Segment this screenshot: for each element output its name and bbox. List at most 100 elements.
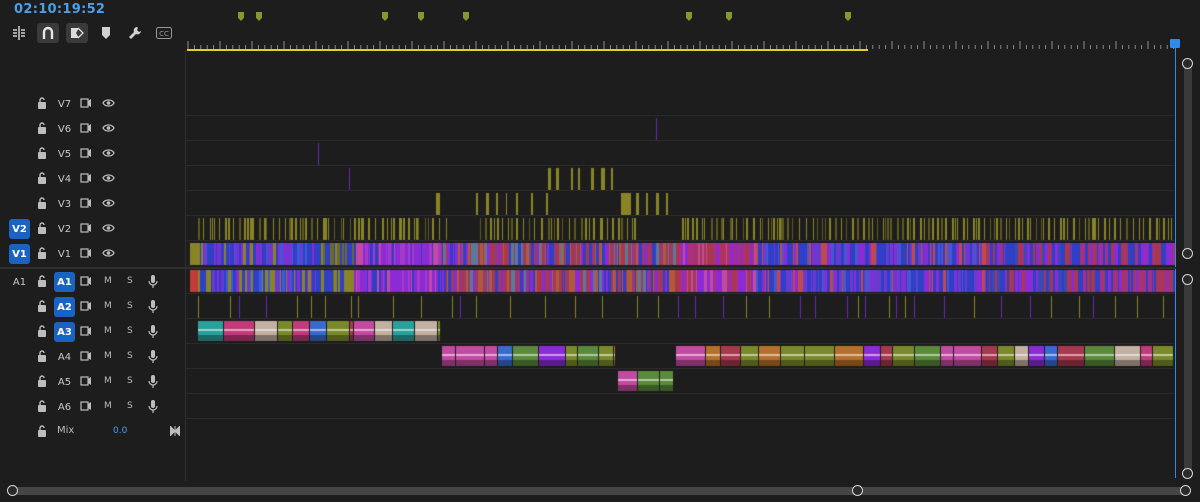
track-target-a6[interactable]: A6 [54, 397, 75, 417]
eye-icon[interactable] [102, 198, 115, 211]
audio-vertical-scrollbar[interactable] [1176, 270, 1200, 480]
lock-icon[interactable] [37, 350, 47, 365]
track-target-v1[interactable]: V1 [54, 244, 75, 264]
sequence-marker[interactable] [256, 12, 262, 21]
track-target-a4[interactable]: A4 [54, 347, 75, 367]
sync-lock-icon[interactable] [80, 123, 92, 136]
audio-lane-a6[interactable] [186, 395, 1176, 419]
hscroll-knob-right[interactable] [1180, 485, 1191, 496]
mute-button[interactable]: M [104, 401, 112, 411]
track-target-v3[interactable]: V3 [54, 194, 75, 214]
microphone-icon[interactable] [148, 350, 158, 367]
mute-button[interactable]: M [104, 276, 112, 286]
audio-lane-a2[interactable] [186, 295, 1176, 319]
mute-button[interactable]: M [104, 326, 112, 336]
lock-icon[interactable] [37, 197, 47, 212]
microphone-icon[interactable] [148, 300, 158, 317]
mute-button[interactable]: M [104, 301, 112, 311]
solo-button[interactable]: S [127, 351, 133, 361]
eye-icon[interactable] [102, 223, 115, 236]
horizontal-scrollbar[interactable] [0, 484, 1200, 498]
sequence-marker[interactable] [382, 12, 388, 21]
track-target-a1[interactable]: A1 [54, 272, 75, 292]
sync-lock-icon[interactable] [80, 98, 92, 111]
lock-icon[interactable] [37, 97, 47, 112]
scroll-knob-bottom[interactable] [1182, 468, 1193, 479]
sync-lock-icon[interactable] [80, 276, 92, 289]
audio-lane-a1[interactable] [186, 270, 1176, 294]
audio-lane-a5[interactable] [186, 370, 1176, 394]
lock-icon[interactable] [37, 375, 47, 390]
eye-icon[interactable] [102, 173, 115, 186]
sync-lock-icon[interactable] [80, 401, 92, 414]
sync-lock-icon[interactable] [80, 248, 92, 261]
playhead-handle[interactable] [1170, 39, 1180, 48]
microphone-icon[interactable] [148, 400, 158, 417]
eye-icon[interactable] [102, 98, 115, 111]
sequence-marker[interactable] [726, 12, 732, 21]
mute-button[interactable]: M [104, 376, 112, 386]
track-target-v5[interactable]: V5 [54, 144, 75, 164]
lock-icon[interactable] [37, 300, 47, 315]
lock-icon[interactable] [37, 400, 47, 415]
sync-lock-icon[interactable] [80, 173, 92, 186]
sequence-marker[interactable] [845, 12, 851, 21]
track-target-v4[interactable]: V4 [54, 169, 75, 189]
scroll-knob-top[interactable] [1182, 274, 1193, 285]
timeline-settings-wrench-icon[interactable] [124, 23, 146, 43]
video-audio-divider[interactable] [0, 267, 1176, 269]
solo-button[interactable]: S [127, 401, 133, 411]
lock-icon[interactable] [37, 425, 47, 440]
sync-lock-icon[interactable] [80, 376, 92, 389]
lock-icon[interactable] [37, 147, 47, 162]
mute-button[interactable]: M [104, 351, 112, 361]
solo-button[interactable]: S [127, 301, 133, 311]
video-lane-v6[interactable] [186, 117, 1176, 141]
hscroll-knob-left[interactable] [7, 485, 18, 496]
time-ruler[interactable] [186, 36, 1176, 50]
snap-magnet-icon[interactable] [37, 23, 59, 43]
sequence-marker[interactable] [686, 12, 692, 21]
scroll-knob-top[interactable] [1182, 58, 1193, 69]
sync-lock-icon[interactable] [80, 148, 92, 161]
track-target-a5[interactable]: A5 [54, 372, 75, 392]
video-lane-v1[interactable] [186, 242, 1176, 266]
work-area-bar[interactable] [187, 49, 868, 51]
sync-lock-icon[interactable] [80, 198, 92, 211]
eye-icon[interactable] [102, 148, 115, 161]
sync-lock-icon[interactable] [80, 301, 92, 314]
hscroll-knob-mid[interactable] [852, 485, 863, 496]
mix-volume-value[interactable]: 0.0 [113, 426, 127, 436]
source-patch-v2[interactable]: V2 [9, 219, 30, 239]
track-target-a3[interactable]: A3 [54, 322, 75, 342]
eye-icon[interactable] [102, 123, 115, 136]
scroll-knob-bottom[interactable] [1182, 248, 1193, 259]
audio-lane-a3[interactable] [186, 320, 1176, 344]
sync-lock-icon[interactable] [80, 326, 92, 339]
linked-selection-icon[interactable] [66, 23, 88, 43]
playhead-timecode[interactable]: 02:10:19:52 [14, 2, 105, 17]
sync-lock-icon[interactable] [80, 351, 92, 364]
lock-icon[interactable] [37, 172, 47, 187]
video-vertical-scrollbar[interactable] [1176, 52, 1200, 267]
solo-button[interactable]: S [127, 326, 133, 336]
microphone-icon[interactable] [148, 275, 158, 292]
track-target-v7[interactable]: V7 [54, 94, 75, 114]
video-lane-v2[interactable] [186, 217, 1176, 241]
solo-button[interactable]: S [127, 376, 133, 386]
microphone-icon[interactable] [148, 325, 158, 342]
solo-button[interactable]: S [127, 276, 133, 286]
source-patch-v1[interactable]: V1 [9, 244, 30, 264]
video-lane-v4[interactable] [186, 167, 1176, 191]
sequence-marker[interactable] [238, 12, 244, 21]
eye-icon[interactable] [102, 248, 115, 261]
audio-lane-a4[interactable] [186, 345, 1176, 369]
captions-cc-icon[interactable]: CC [153, 23, 175, 43]
video-lane-v3[interactable] [186, 192, 1176, 216]
add-marker-icon[interactable] [95, 23, 117, 43]
go-to-end-icon[interactable] [169, 424, 181, 439]
track-target-a2[interactable]: A2 [54, 297, 75, 317]
microphone-icon[interactable] [148, 375, 158, 392]
track-target-v6[interactable]: V6 [54, 119, 75, 139]
lock-icon[interactable] [37, 275, 47, 290]
